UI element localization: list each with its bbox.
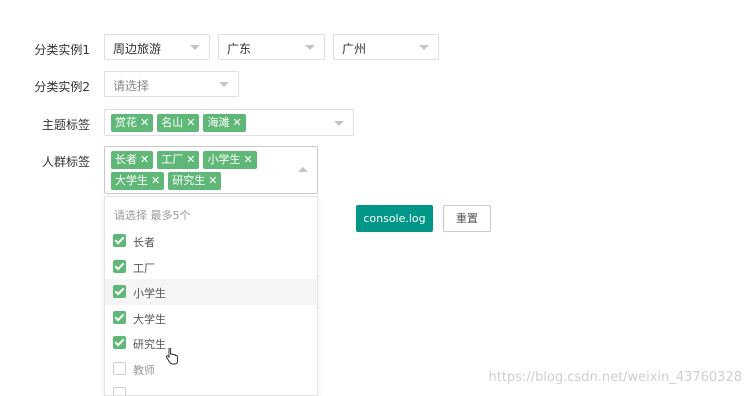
console-log-button[interactable]: console.log <box>356 205 433 232</box>
option-label: 小学生 <box>133 287 166 300</box>
chevron-down-icon <box>190 45 200 50</box>
tag-label: 海滩 <box>207 116 230 129</box>
chevron-up-icon <box>298 167 308 172</box>
audience-tags-list: 长者 ✕ 工厂 ✕ 小学生 ✕大学生 ✕ 研究生 ✕ <box>111 151 291 193</box>
theme-tags-select[interactable]: 赏花 ✕ 名山 ✕ 海滩 ✕ <box>104 109 354 136</box>
tag-label: 工厂 <box>161 153 184 166</box>
checkbox-unchecked-icon[interactable] <box>113 362 126 375</box>
chevron-down-icon <box>305 45 315 50</box>
tag-chip: 名山 ✕ <box>157 114 200 132</box>
checkbox-checked-icon[interactable] <box>113 336 126 349</box>
category-select-2-placeholder: 请选择 <box>113 79 150 93</box>
row2-label: 分类实例2 <box>34 80 90 94</box>
city-select[interactable]: 广州 <box>333 34 439 60</box>
city-select-value: 广州 <box>342 42 367 56</box>
dropdown-option[interactable]: 大学生 <box>105 305 317 331</box>
tag-label: 长者 <box>115 153 137 166</box>
tag-label: 小学生 <box>207 153 241 166</box>
tag-chip: 小学生 ✕ <box>203 151 257 169</box>
option-label: 研究生 <box>133 338 166 351</box>
tag-label: 大学生 <box>115 174 148 187</box>
tag-label: 赏花 <box>115 116 137 129</box>
dropdown-option-partial[interactable] <box>105 381 317 395</box>
checkbox-checked-icon[interactable] <box>113 234 126 247</box>
option-label: 大学生 <box>133 313 166 326</box>
tag-chip: 长者 ✕ <box>111 151 154 169</box>
checkbox-checked-icon[interactable] <box>113 260 126 273</box>
option-label: 工厂 <box>133 262 155 275</box>
close-icon[interactable]: ✕ <box>232 116 241 129</box>
province-select[interactable]: 广东 <box>218 34 325 60</box>
tag-chip: 赏花 ✕ <box>111 114 154 132</box>
dropdown-option[interactable]: 研究生 <box>105 330 317 356</box>
hand-cursor-icon <box>166 348 178 365</box>
option-label: 教师 <box>133 364 155 377</box>
theme-tags-list: 赏花 ✕ 名山 ✕ 海滩 ✕ <box>111 114 327 135</box>
checkbox-checked-icon[interactable] <box>113 311 126 324</box>
tag-label: 研究生 <box>172 174 206 187</box>
close-icon[interactable]: ✕ <box>243 153 252 166</box>
tag-label: 名山 <box>161 116 184 129</box>
row4-label: 人群标签 <box>41 155 90 169</box>
checkbox-unchecked-icon[interactable] <box>113 387 126 395</box>
tag-chip: 大学生 ✕ <box>111 172 165 190</box>
close-icon[interactable]: ✕ <box>186 153 195 166</box>
tag-chip: 工厂 ✕ <box>157 151 200 169</box>
dropdown-option[interactable]: 工厂 <box>105 254 317 280</box>
option-label: 长者 <box>133 236 155 249</box>
chevron-down-icon <box>334 121 344 126</box>
dropdown-option[interactable]: 小学生 <box>105 279 317 305</box>
close-icon[interactable]: ✕ <box>208 174 217 187</box>
audience-dropdown: 请选择 最多5个 长者 工厂 小学生 大学生 研究生 教师 <box>104 196 318 396</box>
category-select-1-value: 周边旅游 <box>113 42 162 56</box>
dropdown-hint: 请选择 最多5个 <box>114 209 191 222</box>
row1-label: 分类实例1 <box>34 43 90 57</box>
close-icon[interactable]: ✕ <box>140 116 149 129</box>
chevron-down-icon <box>419 45 429 50</box>
category-select-2[interactable]: 请选择 <box>104 71 239 97</box>
tag-chip: 海滩 ✕ <box>203 114 246 132</box>
close-icon[interactable]: ✕ <box>151 174 160 187</box>
close-icon[interactable]: ✕ <box>140 153 149 166</box>
audience-tags-select[interactable]: 长者 ✕ 工厂 ✕ 小学生 ✕大学生 ✕ 研究生 ✕ <box>104 146 318 194</box>
chevron-down-icon <box>219 82 229 87</box>
category-select-1[interactable]: 周边旅游 <box>104 34 210 60</box>
row3-label: 主题标签 <box>41 118 90 132</box>
watermark: https://blog.csdn.net/weixin_43760328 <box>488 370 742 385</box>
dropdown-option[interactable]: 长者 <box>105 228 317 254</box>
checkbox-checked-icon[interactable] <box>113 285 126 298</box>
tag-chip: 研究生 ✕ <box>168 172 222 190</box>
reset-button[interactable]: 重置 <box>443 205 491 232</box>
province-select-value: 广东 <box>227 42 252 56</box>
close-icon[interactable]: ✕ <box>186 116 195 129</box>
dropdown-option[interactable]: 教师 <box>105 356 317 382</box>
